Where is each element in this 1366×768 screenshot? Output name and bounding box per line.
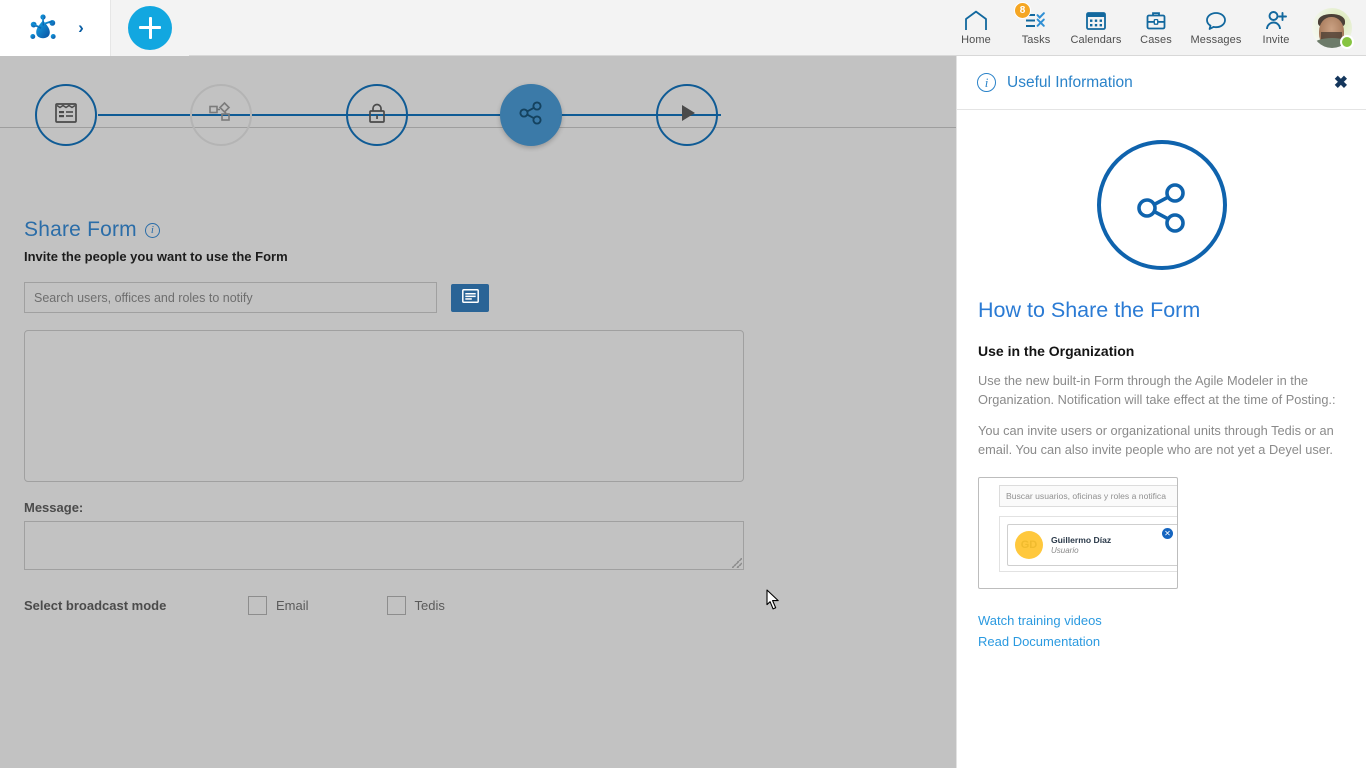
info-icon[interactable]: i [145,223,160,238]
nav-item-home[interactable]: Home [946,0,1006,56]
panel-paragraph-1: Use the new built-in Form through the Ag… [978,371,1345,409]
top-navigation: Home 8 Tasks [946,0,1366,56]
expand-sidebar-icon[interactable]: › [78,19,84,36]
broadcast-mode-row: Select broadcast mode Email Tedis [24,596,784,615]
panel-subheading: Use in the Organization [978,343,1345,359]
search-row [24,282,784,313]
play-icon [674,100,700,131]
example-user-role: Usuario [1051,546,1111,555]
status-online-dot [1340,35,1354,49]
share-icon [517,99,545,132]
broadcast-mode-label: Select broadcast mode [24,598,248,613]
nav-item-cases[interactable]: Cases [1126,0,1186,56]
panel-title: Useful Information [1007,74,1334,92]
person-add-icon [1264,10,1288,32]
calendar-icon [1085,10,1107,32]
useful-information-panel: i Useful Information ✖ How to Share the … [956,56,1366,768]
list-icon [462,289,479,306]
lock-icon [365,100,389,131]
panel-paragraph-2: You can invite users or organizational u… [978,421,1345,459]
example-screenshot: Buscar usuarios, oficinas y roles a noti… [978,477,1178,589]
step-permissions[interactable] [346,84,408,146]
nav-item-tasks[interactable]: 8 Tasks [1006,0,1066,56]
nav-label-calendars: Calendars [1070,34,1121,46]
avatar[interactable] [1306,0,1358,56]
step-publish[interactable] [656,84,718,146]
message-textarea[interactable] [24,521,744,570]
panel-body: How to Share the Form Use in the Organiz… [957,110,1366,649]
example-user-name: Guillermo Díaz [1051,535,1111,545]
nav-item-calendars[interactable]: Calendars [1066,0,1126,56]
share-hero-icon [1097,140,1227,270]
watch-training-videos-link[interactable]: Watch training videos [978,613,1345,628]
share-form-subtitle: Invite the people you want to use the Fo… [24,249,784,264]
nav-label-messages: Messages [1191,34,1242,46]
email-checkbox[interactable] [248,596,267,615]
example-chip-text: Guillermo Díaz Usuario [1051,535,1111,555]
share-form-panel: Share Form i Invite the people you want … [24,218,784,615]
example-avatar-initials: GD [1015,531,1043,559]
work-area: Share Form i Invite the people you want … [0,56,956,733]
example-search-placeholder: Buscar usuarios, oficinas y roles a noti… [999,485,1178,507]
tedis-checkbox-label: Tedis [415,598,445,613]
broadcast-option-email[interactable]: Email [248,596,309,615]
page-title: Share Form [24,218,137,242]
nav-label-cases: Cases [1140,34,1172,46]
broadcast-option-tedis[interactable]: Tedis [387,596,445,615]
example-user-chip: GD Guillermo Díaz Usuario ✕ [1007,524,1178,566]
nav-label-tasks: Tasks [1022,34,1051,46]
share-icon [1129,172,1195,238]
step-process[interactable] [190,84,252,146]
deyel-logo-svg [26,11,60,45]
search-input[interactable] [24,282,437,313]
logo-zone: › [0,0,111,56]
chat-icon [1205,10,1227,32]
process-icon [208,100,234,131]
add-button[interactable] [128,6,172,50]
panel-links: Watch training videos Read Documentation [978,613,1345,649]
open-list-button[interactable] [451,284,489,312]
step-share[interactable] [500,84,562,146]
nav-label-home: Home [961,34,991,46]
top-bar: › Home 8 Tasks [0,0,1366,56]
step-form[interactable] [35,84,97,146]
email-checkbox-label: Email [276,598,309,613]
nav-label-invite: Invite [1263,34,1290,46]
close-icon[interactable]: ✖ [1334,74,1348,91]
panel-header: i Useful Information ✖ [957,56,1366,110]
deyel-logo-icon[interactable] [26,11,60,45]
nav-item-messages[interactable]: Messages [1186,0,1246,56]
wizard-stepper [0,75,760,155]
read-documentation-link[interactable]: Read Documentation [978,634,1345,649]
nav-item-invite[interactable]: Invite [1246,0,1306,56]
tasks-badge: 8 [1014,2,1031,19]
add-zone [111,0,189,56]
panel-heading: How to Share the Form [978,298,1345,323]
example-remove-icon: ✕ [1162,528,1173,539]
briefcase-icon [1145,10,1167,32]
form-icon [53,100,79,131]
tedis-checkbox[interactable] [387,596,406,615]
home-icon [964,10,988,32]
example-recipients-area: GD Guillermo Díaz Usuario ✕ [999,516,1178,572]
share-form-heading-row: Share Form i [24,218,784,242]
info-icon: i [977,73,996,92]
message-label: Message: [24,500,784,515]
recipients-area[interactable] [24,330,744,482]
